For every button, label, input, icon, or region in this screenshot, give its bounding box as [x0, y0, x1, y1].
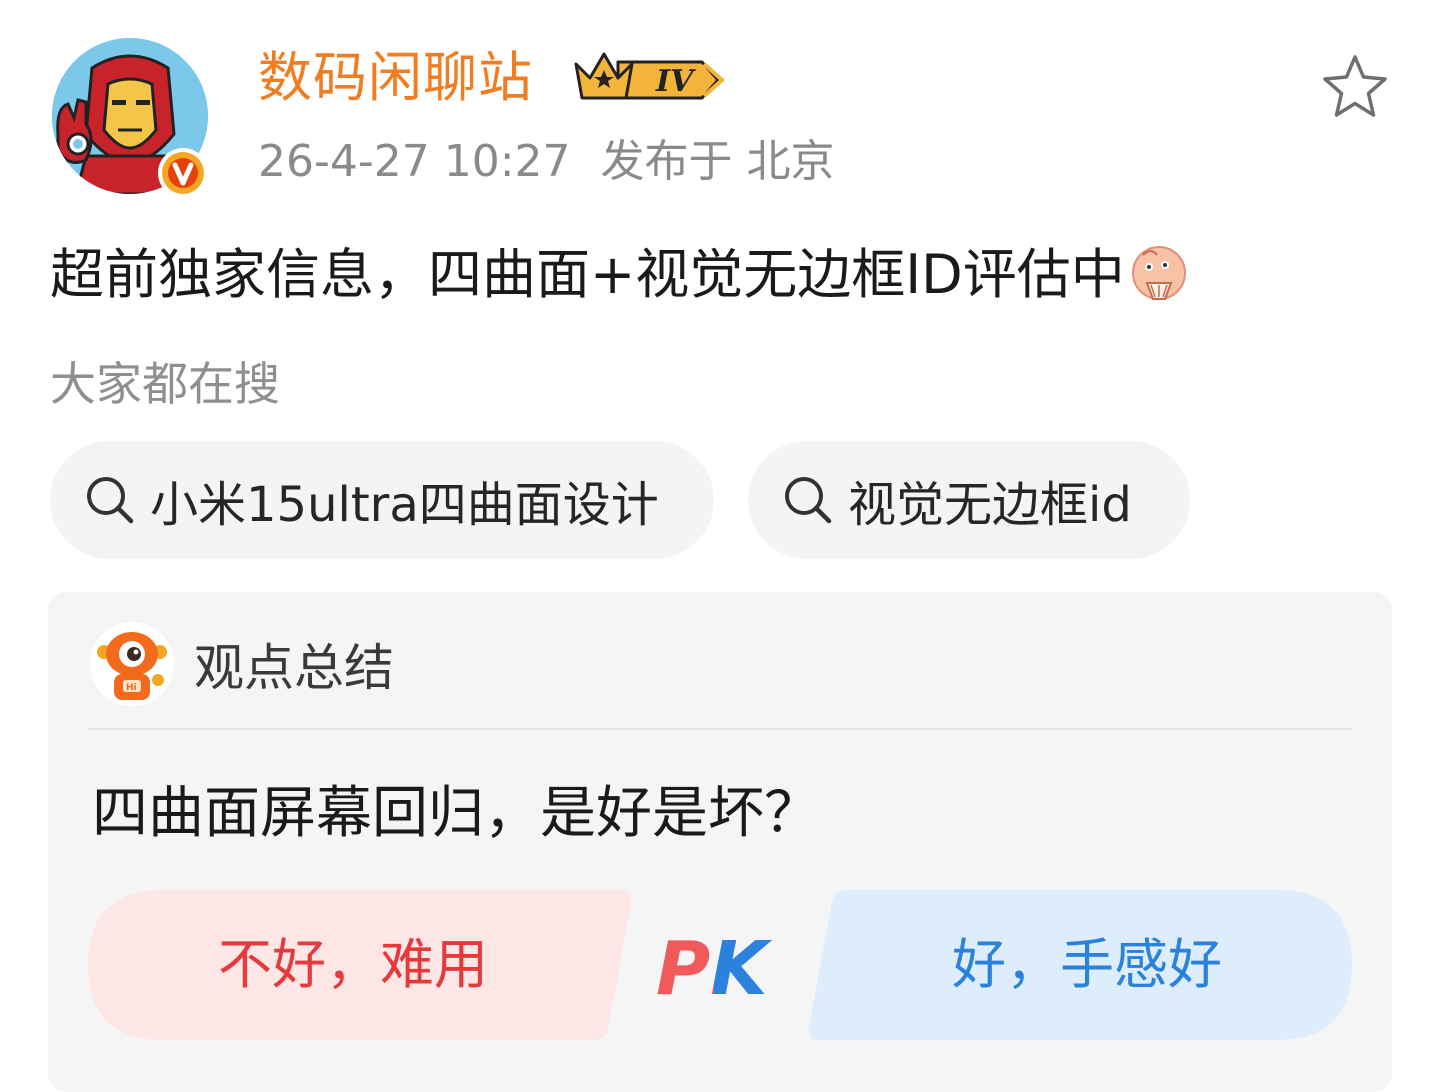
post-timestamp: 26-4-27 10:27 [258, 136, 571, 187]
verified-badge-icon [156, 146, 210, 200]
fan-face-emoji-icon [1129, 243, 1189, 303]
search-chip-xiaomi-15-ultra[interactable]: 小米15ultra四曲面设计 [50, 441, 714, 559]
robot-mascot-icon: Hi [90, 622, 174, 706]
pk-vs-icon: PK [656, 926, 772, 1006]
level-badge-text: IV [655, 64, 696, 99]
opinion-summary-header: Hi 观点总结 [90, 622, 394, 706]
author-avatar[interactable] [52, 38, 208, 198]
post-text: 超前独家信息，四曲面+视觉无边框ID评估中 [50, 243, 1125, 306]
opinion-summary-card: Hi 观点总结 四曲面屏幕回归，是好是坏？ 不好，难用 PK 好，手感好 [48, 592, 1392, 1092]
star-icon [1323, 55, 1387, 117]
search-chip-text: 视觉无边框id [848, 477, 1132, 533]
level-crown-badge[interactable]: IV [572, 46, 728, 106]
search-icon [87, 477, 134, 524]
vote-option-good-button[interactable]: 好，手感好 [808, 890, 1352, 1040]
vote-option-bad-button[interactable]: 不好，难用 [88, 890, 632, 1040]
search-chip-text: 小米15ultra四曲面设计 [150, 477, 659, 533]
author-name[interactable]: 数码闲聊站 [258, 42, 533, 114]
search-icon [785, 477, 832, 524]
vote-option-bad-label: 不好，难用 [218, 933, 488, 996]
search-chip-visual-bezelless[interactable]: 视觉无边框id [748, 441, 1190, 559]
post-content: 超前独家信息，四曲面+视觉无边框ID评估中 [50, 238, 1189, 312]
pk-text: PK [656, 926, 772, 1006]
favorite-star-button[interactable] [1320, 52, 1390, 122]
card-divider [88, 728, 1352, 730]
poll-question: 四曲面屏幕回归，是好是坏？ [92, 781, 820, 846]
post-meta: 26-4-27 10:27 发布于 北京 [258, 132, 835, 192]
trending-search-label: 大家都在搜 [50, 357, 280, 411]
svg-text:Hi: Hi [126, 683, 137, 693]
vote-option-good-label: 好，手感好 [952, 933, 1222, 996]
post-location: 发布于 北京 [600, 136, 835, 187]
opinion-summary-title: 观点总结 [194, 639, 394, 697]
